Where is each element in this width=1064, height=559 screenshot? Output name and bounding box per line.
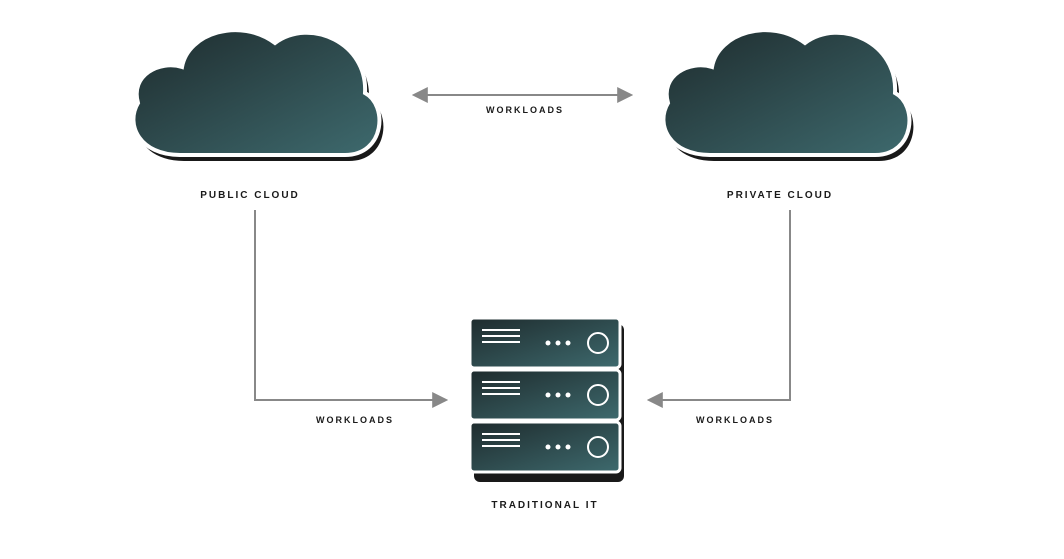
public-cloud-icon: [110, 5, 390, 180]
arrow-private-to-server: [650, 210, 790, 400]
arrow-public-to-server: [255, 210, 445, 400]
private-cloud-label: PRIVATE CLOUD: [710, 190, 850, 201]
server-stack-icon: [460, 310, 630, 490]
private-cloud-icon: [640, 5, 920, 180]
arrow-top-label: WORKLOADS: [470, 105, 580, 115]
hybrid-cloud-diagram: PUBLIC CLOUD PRIVATE CLOUD: [0, 0, 1064, 559]
public-cloud-label: PUBLIC CLOUD: [180, 190, 320, 201]
arrow-right-label: WORKLOADS: [680, 415, 790, 425]
arrow-left-label: WORKLOADS: [300, 415, 410, 425]
traditional-it-label: TRADITIONAL IT: [470, 500, 620, 511]
